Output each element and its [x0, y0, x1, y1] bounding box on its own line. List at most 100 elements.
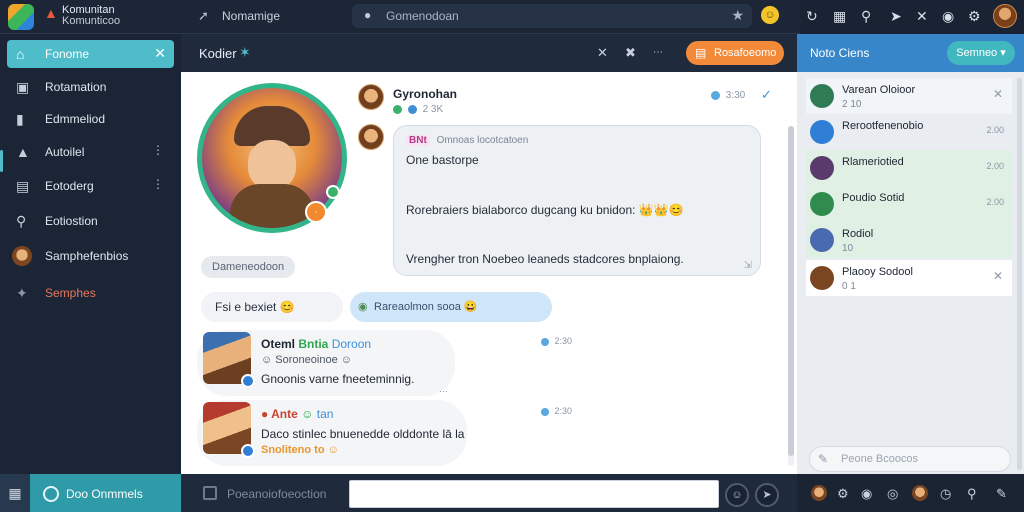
- search-input[interactable]: Gomenodoan: [386, 9, 459, 23]
- read-check-icon: ✓: [761, 87, 772, 102]
- settings-icon[interactable]: ⚙: [837, 486, 849, 502]
- avatar: [810, 156, 834, 180]
- avatar[interactable]: [358, 124, 384, 150]
- briefcase-icon: ▤: [16, 178, 30, 194]
- emoji-picker-icon[interactable]: ☺: [725, 483, 749, 507]
- contact-item[interactable]: Rodiol 10: [806, 222, 1012, 258]
- home-icon: ⌂: [16, 46, 25, 62]
- more-icon[interactable]: ⋮: [152, 177, 164, 191]
- contact-name: Poudio Sotid: [842, 192, 905, 204]
- scrollbar-thumb[interactable]: [788, 126, 794, 456]
- refresh-icon[interactable]: ↻: [806, 8, 818, 25]
- target-icon[interactable]: ◉: [942, 8, 954, 25]
- message-bubble[interactable]: BNt Omnoas locotcatoen One bastorpe Rore…: [393, 125, 761, 276]
- avatar[interactable]: [811, 485, 827, 501]
- camera-icon[interactable]: ◉: [861, 486, 872, 502]
- global-search[interactable]: ● Gomenodoan ★: [352, 4, 752, 28]
- chat-title: Kodier: [199, 46, 237, 61]
- search-icon[interactable]: ⚲: [861, 8, 871, 25]
- sidebar-item-label: Eotiostion: [45, 214, 98, 228]
- sidebar-item-eotiostion[interactable]: ⚲ Eotiostion: [7, 207, 174, 235]
- card-more[interactable]: ⋯: [439, 386, 448, 397]
- quick-reply[interactable]: Fsi e bexiet 😊: [201, 292, 343, 322]
- contact-item[interactable]: Plaooy Sodool 0 1 ✕: [806, 260, 1012, 296]
- avatar[interactable]: [358, 84, 384, 110]
- bubble-line: One bastorpe: [406, 153, 479, 167]
- close-icon[interactable]: ✕: [993, 87, 1003, 101]
- contact-item[interactable]: Varean Oloioor 2 10 ✕: [806, 78, 1012, 114]
- tools-icon[interactable]: ✕: [916, 8, 928, 25]
- send-icon[interactable]: ➤: [755, 483, 779, 507]
- avatar: [12, 246, 32, 266]
- rocket-icon[interactable]: ➤: [890, 8, 902, 25]
- message-time: 3:30: [711, 90, 745, 101]
- contacts-toolbar: ⚙ ◉ ◎ ◷ ⚲ ✎: [797, 474, 1024, 512]
- composer: Poeanoiofoeoction ☺ ➤: [181, 474, 797, 512]
- more-dots-icon[interactable]: ⋯: [653, 47, 663, 58]
- contact-item[interactable]: Rlameriotied 2.00: [806, 150, 1012, 186]
- nav-label[interactable]: Nomamige: [222, 9, 280, 23]
- sidebar-item-semphes[interactable]: ✦ Semphes: [7, 279, 174, 307]
- gear-icon[interactable]: ⚙: [968, 8, 981, 25]
- sidebar-item-eotoderg[interactable]: ▤ Eotoderg ⋮: [7, 172, 174, 200]
- grid-icon[interactable]: ▦: [0, 474, 30, 512]
- emoji-status-icon[interactable]: ☺: [761, 6, 779, 24]
- active-marker: [0, 150, 3, 172]
- contact-name: Rerootfenenobio: [842, 120, 924, 132]
- close-icon[interactable]: ✕: [597, 45, 608, 61]
- edit-icon[interactable]: ✎: [996, 486, 1007, 502]
- avatar[interactable]: [203, 332, 255, 388]
- avatar[interactable]: [203, 402, 255, 458]
- close-icon[interactable]: ✕: [154, 45, 166, 62]
- contacts-title: Noto Ciens: [810, 46, 870, 60]
- close-icon[interactable]: ✕: [993, 269, 1003, 283]
- bubble-tag: BNt: [406, 135, 430, 146]
- app-logo[interactable]: [8, 4, 34, 30]
- attach-icon[interactable]: [203, 486, 217, 500]
- status-pill[interactable]: Dameneodoon: [201, 256, 296, 278]
- search-icon[interactable]: ⚲: [967, 486, 977, 502]
- sidebar-item-label: Semphes: [45, 286, 96, 300]
- top-bar: ▲ Komunitan Komunticoo ➚ Nomamige ● Gome…: [0, 0, 1024, 34]
- contacts-filter-button[interactable]: Semneo ▾: [947, 41, 1015, 65]
- tools-icon[interactable]: ✖: [625, 45, 636, 61]
- top-right-toolbar: ↻ ▦ ⚲ ➤ ✕ ◉ ⚙: [800, 0, 1024, 34]
- contacts-search-input[interactable]: Peone Bcoocos: [841, 453, 918, 465]
- card-line-highlight: Snoliteno to ☺: [261, 444, 339, 456]
- sidebar-item-label: Edmmeliod: [45, 112, 106, 126]
- star-icon[interactable]: ★: [731, 7, 744, 24]
- user-avatar[interactable]: [993, 4, 1017, 28]
- scrollbar-track[interactable]: [1017, 78, 1022, 470]
- contact-time: 2.00: [986, 161, 1004, 171]
- quick-reply-highlight[interactable]: ◉ Rareaolmon sooa 😀: [350, 292, 552, 322]
- globe-icon[interactable]: ◎: [887, 486, 898, 502]
- avatar[interactable]: [912, 485, 928, 501]
- app-subtitle: Komunticoo: [62, 15, 121, 27]
- bell-icon: ▲: [16, 144, 30, 160]
- contact-name: Plaooy Sodool: [842, 266, 913, 278]
- compass-icon[interactable]: ➚: [198, 8, 209, 24]
- gift-icon[interactable]: ▦: [833, 8, 846, 25]
- composer-label: Poeanoiofoeoction: [227, 487, 327, 501]
- info-icon: ◉: [358, 301, 368, 313]
- chat-action-button[interactable]: ▤ Rosafoeomo: [686, 41, 784, 65]
- sidebar-item-samphefenbios[interactable]: Samphefenbios: [7, 242, 174, 270]
- avatar: [810, 84, 834, 108]
- bubble-header: BNt Omnoas locotcatoen: [406, 135, 528, 146]
- more-icon[interactable]: ⋮: [152, 143, 164, 157]
- sidebar-item-autoilel[interactable]: ▲ Autoilel ⋮: [7, 138, 174, 166]
- contacts-search[interactable]: ✎ Peone Bcoocos: [809, 446, 1011, 472]
- channels-label: Doo Onmmels: [66, 487, 143, 501]
- contact-item[interactable]: Rerootfenenobio 2.00: [806, 114, 1012, 150]
- sidebar-item-edmmeliod[interactable]: ▮ Edmmeliod: [7, 105, 174, 133]
- lock-icon: ●: [364, 8, 372, 22]
- clock-icon[interactable]: ◷: [940, 486, 951, 502]
- emoji: 😊: [279, 300, 295, 314]
- sidebar-item-home[interactable]: ⌂ Fonome ✕: [7, 40, 174, 68]
- message-input[interactable]: [349, 480, 719, 508]
- chat-area: · Dameneodoon Gyronohan 2 3K 3:30 ✓ BNt …: [181, 72, 797, 474]
- bubble-header-text: Omnoas locotcatoen: [436, 135, 529, 146]
- contact-item[interactable]: Poudio Sotid 2.00: [806, 186, 1012, 222]
- channels-bar[interactable]: ▦ Doo Onmmels: [0, 474, 181, 512]
- sidebar-item-rotamation[interactable]: ▣ Rotamation: [7, 73, 174, 101]
